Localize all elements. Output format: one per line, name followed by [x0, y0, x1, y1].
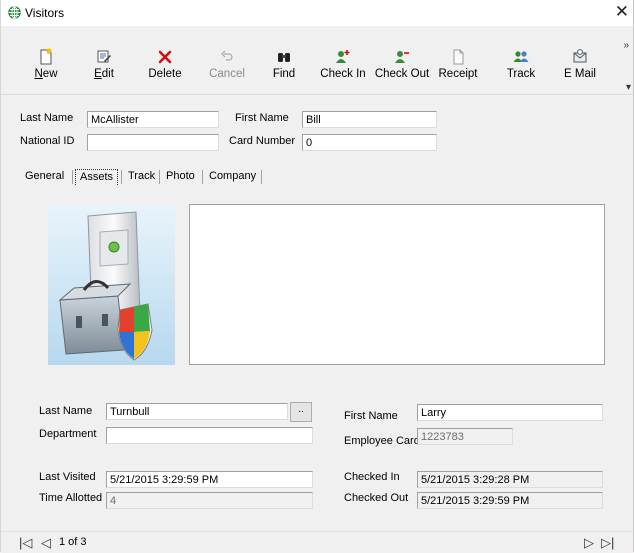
cancel-button[interactable]: Cancel: [197, 48, 257, 80]
check-in-label: Check In: [320, 68, 366, 80]
tab-photo[interactable]: Photo: [162, 169, 199, 185]
receipt-button[interactable]: Receipt: [428, 48, 488, 80]
department-field[interactable]: [106, 427, 313, 444]
previous-record-icon[interactable]: ◁: [41, 535, 51, 551]
toolbar-overflow-icon[interactable]: »: [623, 40, 629, 51]
delete-label: Delete: [148, 68, 182, 80]
host-first-name-label: First Name: [344, 410, 398, 422]
tab-assets[interactable]: Assets: [75, 169, 119, 187]
find-button[interactable]: Find: [254, 48, 314, 80]
tab-general[interactable]: General: [21, 169, 68, 185]
receipt-label: Receipt: [438, 68, 478, 80]
host-last-name-label: Last Name: [39, 405, 93, 417]
receipt-icon: [453, 49, 464, 65]
checked-out-label: Checked Out: [344, 492, 409, 504]
email-button[interactable]: E Mail: [550, 48, 610, 80]
record-navigator: |◁ ◁ 1 of 3 ▷ ▷|: [1, 531, 633, 553]
tab-company[interactable]: Company: [205, 169, 260, 185]
national-id-label: National ID: [20, 135, 75, 147]
binoculars-icon: [278, 53, 290, 62]
new-label: ew: [42, 68, 58, 80]
tab-track[interactable]: Track: [124, 169, 159, 185]
edit-accel: E: [94, 68, 102, 80]
checked-out-field: 5/21/2015 3:29:59 PM: [417, 492, 603, 509]
last-record-icon[interactable]: ▷|: [601, 535, 614, 551]
check-out-label: Check Out: [374, 68, 430, 80]
time-allotted-field[interactable]: 4: [106, 492, 313, 509]
record-position: 1 of 3: [59, 536, 87, 548]
check-out-button[interactable]: Check Out: [372, 48, 432, 80]
edit-button[interactable]: Edit: [74, 48, 134, 80]
new-accel: N: [34, 68, 43, 80]
new-button[interactable]: New: [16, 48, 76, 80]
window-title: Visitors: [25, 6, 65, 20]
first-record-icon[interactable]: |◁: [19, 535, 32, 551]
visitors-window: Visitors ✕ New Edit Delete Cancel Find C…: [0, 0, 634, 553]
assets-toolbox-illustration: [48, 204, 175, 365]
track-icon: [513, 51, 529, 62]
host-first-name-field[interactable]: Larry: [417, 404, 603, 421]
checked-in-label: Checked In: [344, 471, 400, 483]
find-label: Find: [272, 68, 296, 80]
close-button[interactable]: ✕: [615, 2, 629, 22]
track-label: Track: [506, 68, 536, 80]
check-out-icon: [395, 51, 409, 63]
title-bar: Visitors ✕: [1, 0, 633, 26]
assets-list[interactable]: [189, 204, 605, 365]
department-label: Department: [39, 428, 97, 440]
delete-icon: [158, 50, 172, 64]
email-icon: [573, 49, 587, 63]
cancel-icon: [221, 50, 233, 61]
toolbar-dropdown-icon[interactable]: ▾: [626, 82, 631, 93]
edit-icon: [97, 50, 111, 63]
checked-in-field: 5/21/2015 3:29:28 PM: [417, 471, 603, 488]
cancel-label: Cancel: [209, 68, 245, 80]
globe-icon: [8, 6, 21, 19]
visitor-first-name-label: First Name: [235, 112, 289, 124]
assets-panel: [21, 186, 621, 378]
track-button[interactable]: Track: [491, 48, 551, 80]
national-id-field[interactable]: [87, 134, 219, 151]
card-number-label: Card Number: [229, 135, 296, 147]
host-lookup-button[interactable]: ..: [290, 402, 312, 422]
toolbar: New Edit Delete Cancel Find Check In Che…: [1, 26, 633, 95]
delete-button[interactable]: Delete: [135, 48, 195, 80]
employee-card-field: 1223783: [417, 428, 513, 445]
employee-card-label: Employee Card: [344, 435, 420, 447]
edit-label: dit: [101, 68, 114, 80]
card-number-field[interactable]: 0: [302, 134, 437, 151]
visitor-last-name-field[interactable]: McAllister: [87, 111, 219, 128]
check-in-icon: [336, 50, 350, 63]
time-allotted-label: Time Allotted: [39, 492, 103, 504]
host-last-name-field[interactable]: Turnbull: [106, 403, 288, 420]
visitor-first-name-field[interactable]: Bill: [302, 111, 437, 128]
assets-picture: [48, 204, 175, 365]
visitor-last-name-label: Last Name: [20, 112, 74, 124]
email-label: E Mail: [564, 68, 596, 80]
new-icon: [40, 48, 52, 65]
last-visited-field[interactable]: 5/21/2015 3:29:59 PM: [106, 471, 313, 488]
check-in-button[interactable]: Check In: [313, 48, 373, 80]
last-visited-label: Last Visited: [39, 471, 96, 483]
next-record-icon[interactable]: ▷: [584, 535, 594, 551]
